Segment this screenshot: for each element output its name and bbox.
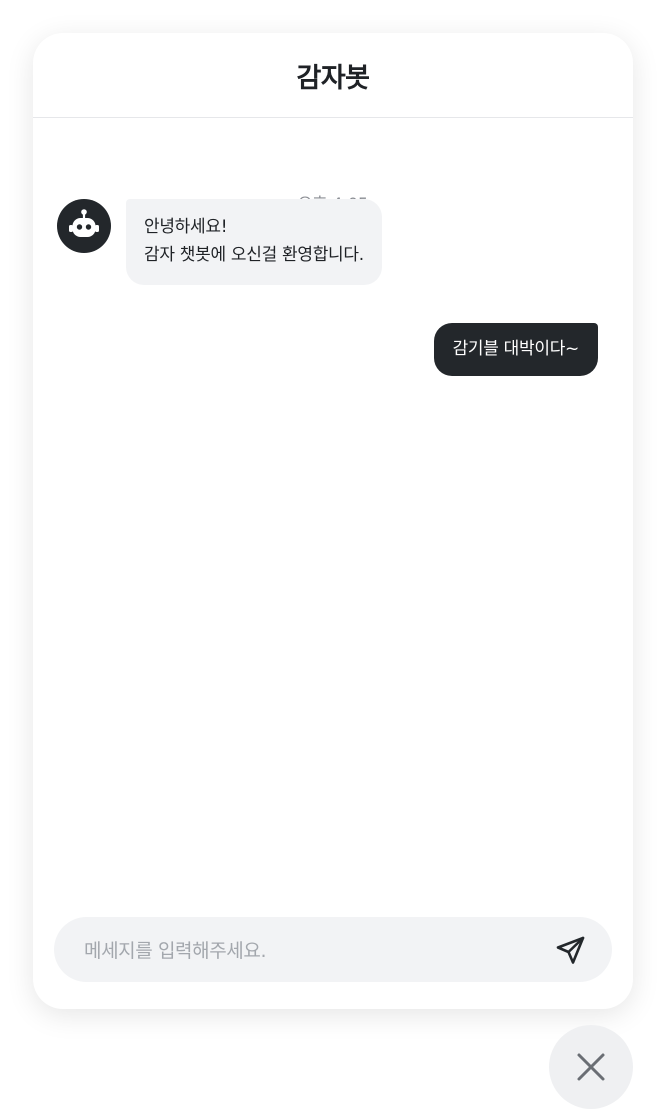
message-input[interactable] bbox=[82, 917, 526, 984]
bot-avatar bbox=[57, 199, 111, 253]
bot-message-bubble: 안녕하세요! 감자 챗봇에 오신걸 환영합니다. bbox=[126, 199, 382, 285]
robot-icon bbox=[69, 209, 99, 237]
bot-message-line: 안녕하세요! bbox=[144, 217, 228, 237]
message-composer bbox=[54, 917, 612, 984]
send-button[interactable] bbox=[550, 929, 592, 971]
chat-window: 감자봇 오후 4:05 안녕하세요! 감자 챗봇에 오신걸 환영합니다. 감기블… bbox=[33, 33, 633, 1009]
bot-message-line: 감자 챗봇에 오신걸 환영합니다. bbox=[144, 245, 364, 265]
close-chat-button[interactable] bbox=[549, 1025, 633, 1109]
user-message-bubble: 감기블 대박이다~ bbox=[433, 323, 598, 376]
chat-header: 감자봇 bbox=[33, 33, 633, 118]
close-icon bbox=[577, 1053, 605, 1081]
chat-title: 감자봇 bbox=[296, 62, 370, 94]
send-icon bbox=[556, 936, 585, 964]
